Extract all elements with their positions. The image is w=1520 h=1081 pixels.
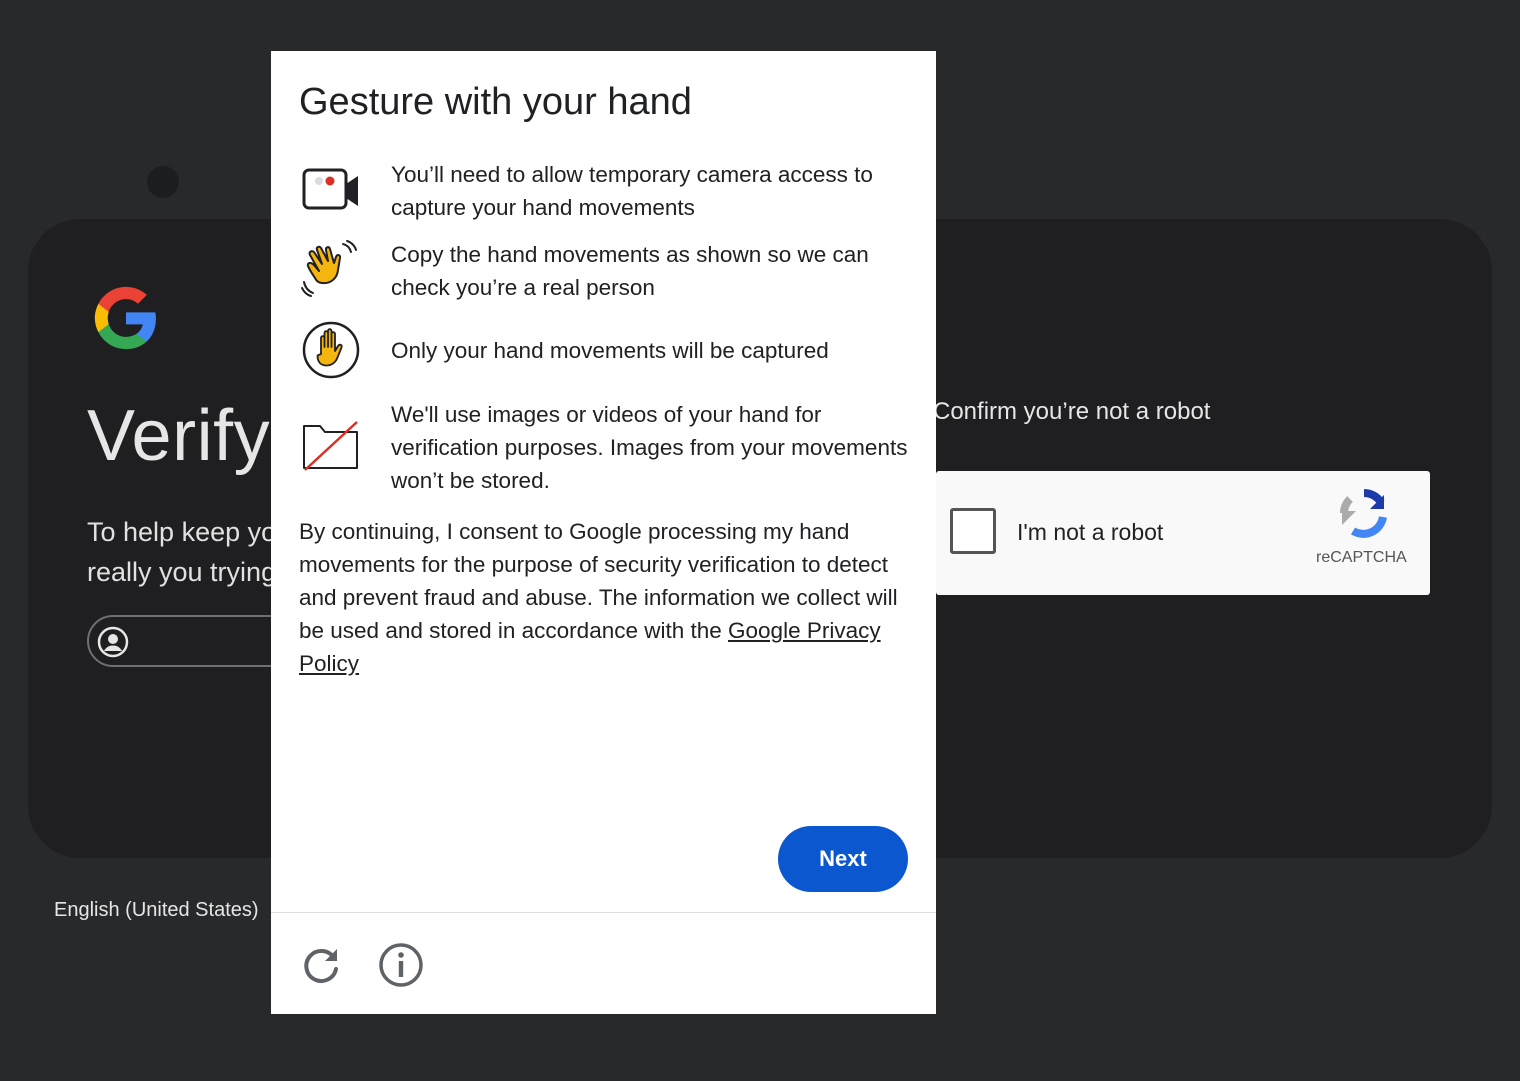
- info-item-text: You’ll need to allow temporary camera ac…: [391, 162, 873, 220]
- account-circle-icon: [97, 626, 129, 658]
- page: Verify To help keep yo really you trying…: [0, 0, 1520, 1081]
- recaptcha-logo-icon: [1340, 489, 1387, 538]
- confirm-not-robot-label: Confirm you’re not a robot: [933, 398, 1211, 425]
- folder-off-icon: [303, 421, 358, 471]
- background-dot: [147, 166, 179, 198]
- recaptcha-checkbox-label: I'm not a robot: [1017, 519, 1164, 545]
- next-button[interactable]: Next: [778, 826, 908, 892]
- footer-divider: [271, 912, 936, 913]
- dialog-title: Gesture with your hand: [299, 81, 692, 123]
- gesture-dialog: Gesture with your hand You’ll need to al…: [271, 51, 936, 1014]
- google-logo-icon: [94, 286, 156, 350]
- reload-icon[interactable]: [297, 941, 345, 989]
- waving-hand-icon: [301, 240, 357, 297]
- info-icon[interactable]: [377, 941, 425, 989]
- consent-paragraph: By continuing, I consent to Google proce…: [299, 515, 909, 680]
- recaptcha-widget: I'm not a robot reCAPTCHA: [936, 471, 1430, 595]
- info-item-text: We'll use images or videos of your hand …: [391, 402, 908, 493]
- hand-circle-icon: [302, 321, 360, 379]
- info-item-text: Only your hand movements will be capture…: [391, 338, 829, 363]
- background-title: Verify: [87, 396, 271, 476]
- language-selector[interactable]: English (United States): [54, 899, 259, 922]
- recaptcha-checkbox[interactable]: [950, 508, 996, 554]
- info-item-text: Copy the hand movements as shown so we c…: [391, 242, 869, 300]
- recaptcha-brand: reCAPTCHA: [1316, 549, 1407, 566]
- camera-icon: [302, 168, 358, 210]
